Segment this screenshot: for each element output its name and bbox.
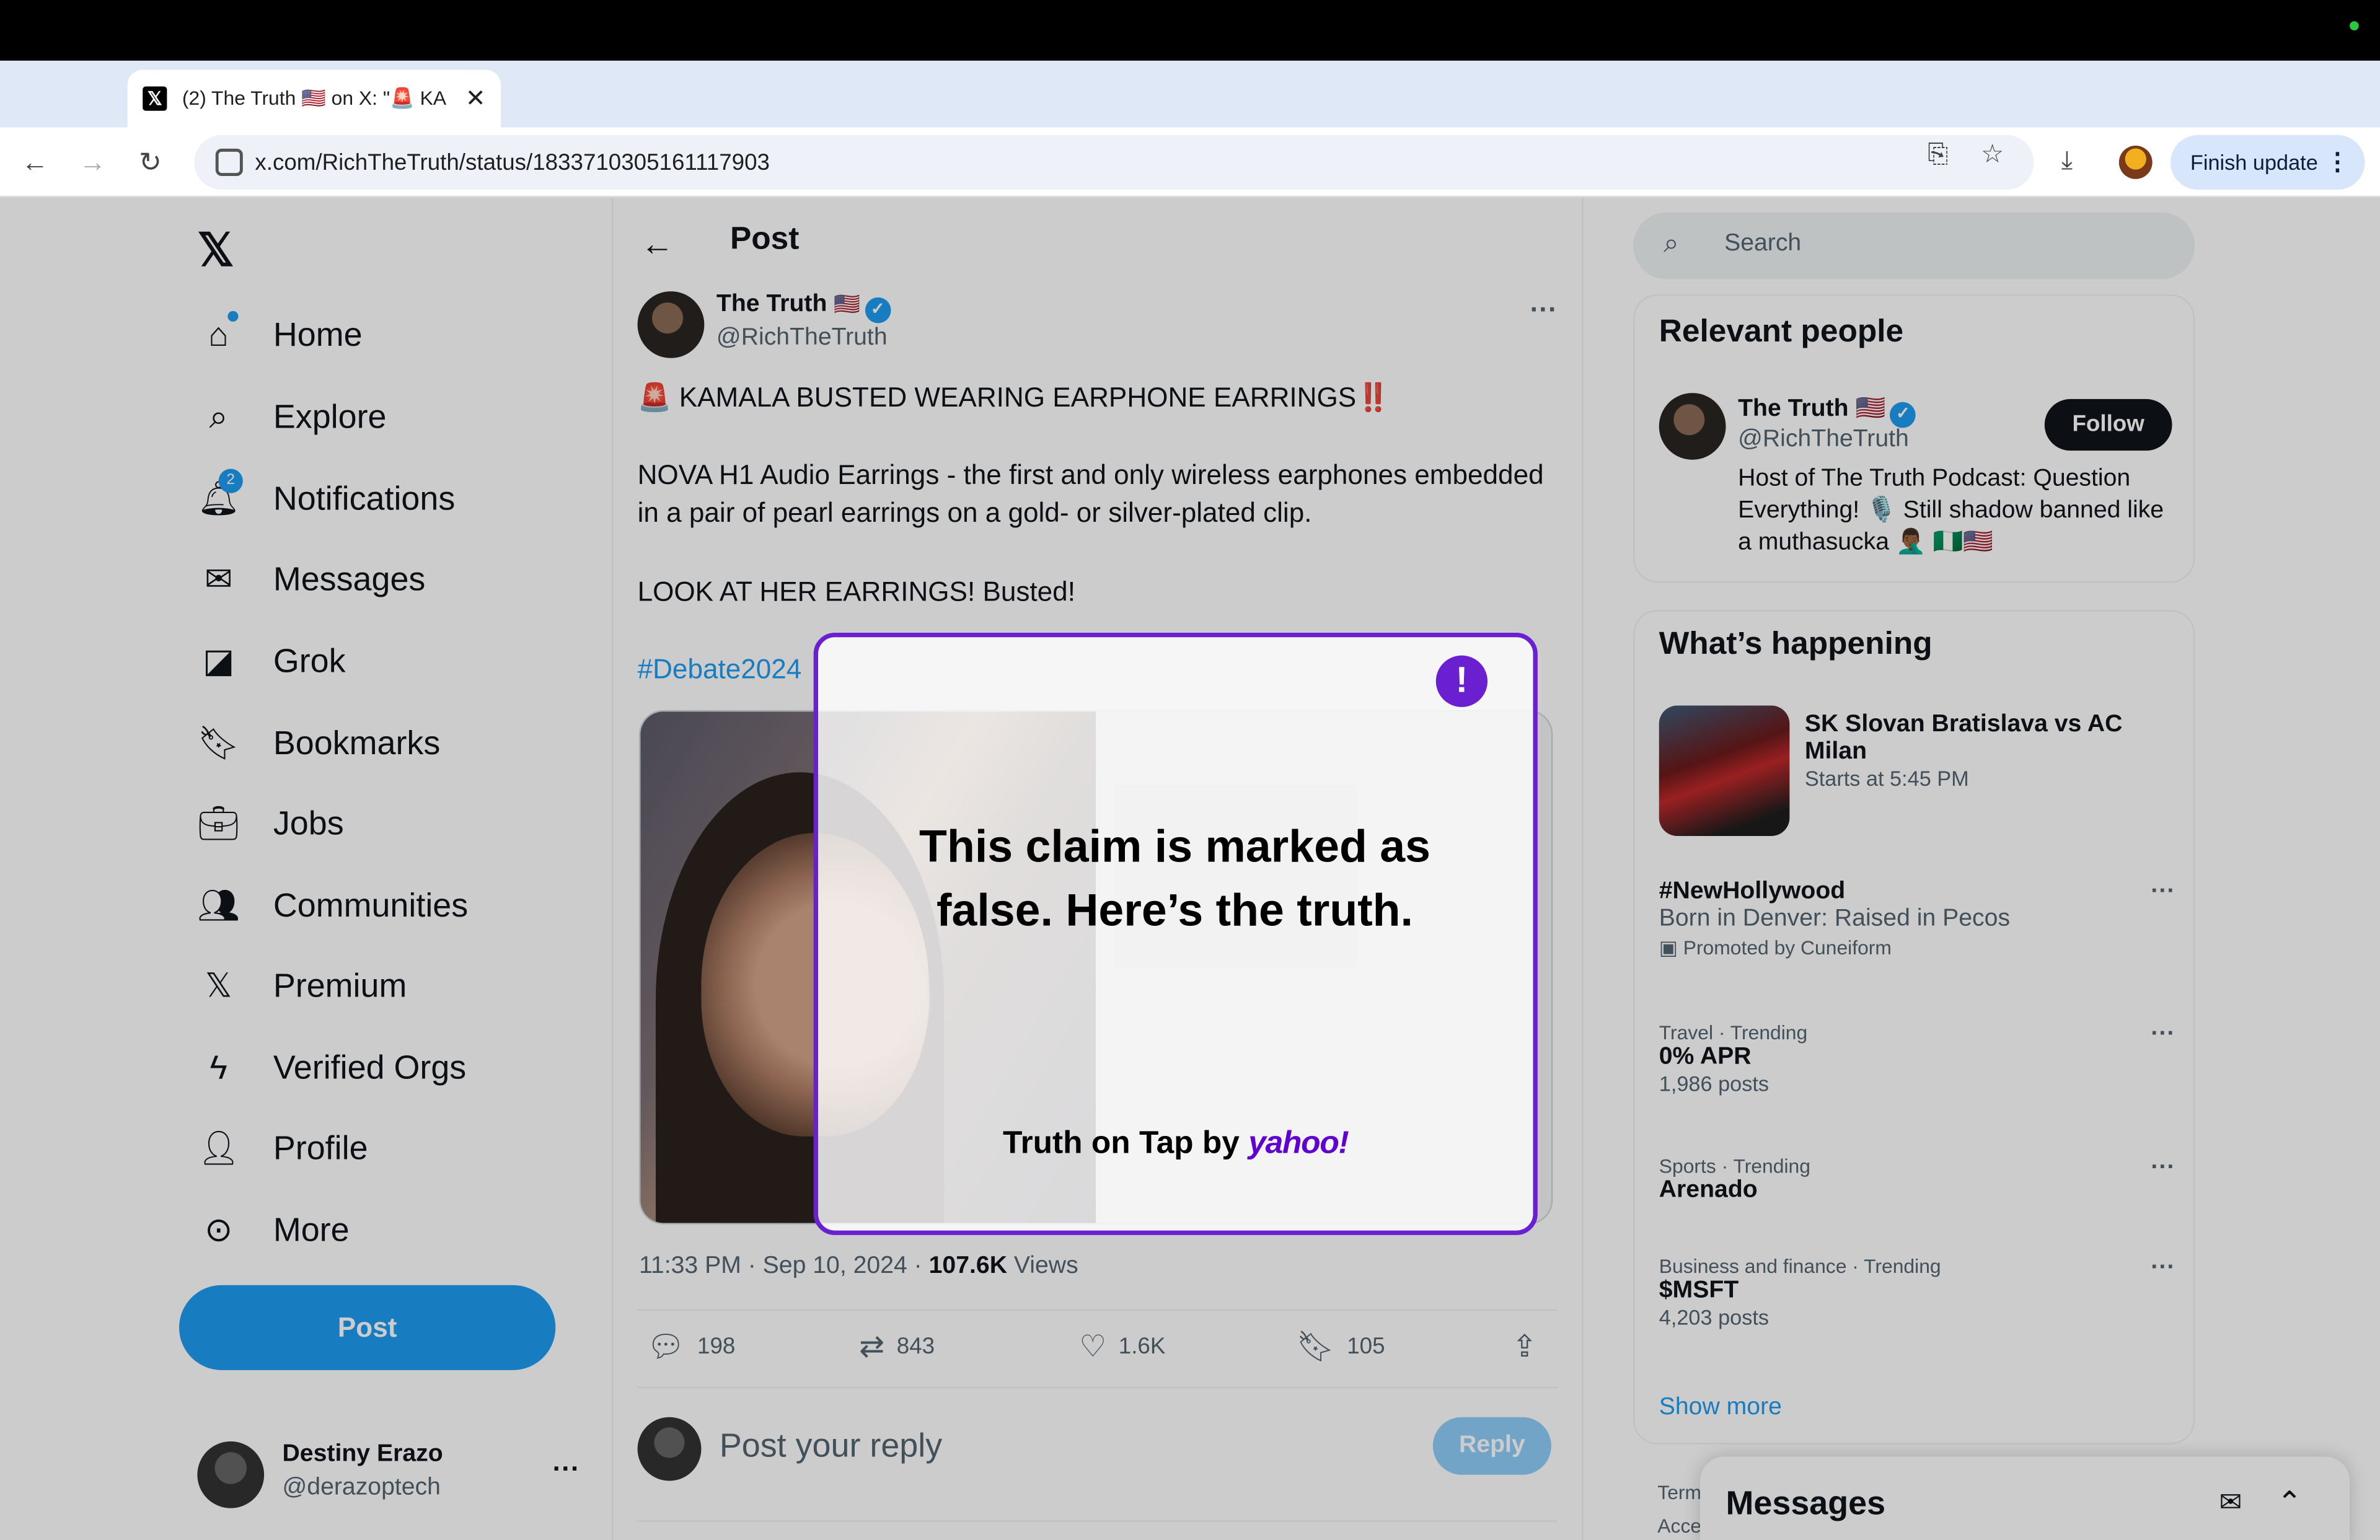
browser-tab[interactable]: 𝕏 (2) The Truth 🇺🇸 on X: "🚨 KA ✕ [127,69,501,128]
x-favicon-icon: 𝕏 [143,86,167,111]
finish-update-button[interactable]: Finish update ⋮ [2171,134,2365,190]
back-icon[interactable]: ← [15,143,55,182]
exclamation-icon: ! [1435,655,1488,707]
brand-line: Truth on Tap by yahoo! [818,1126,1533,1163]
download-icon[interactable]: ⤓ [2061,146,2073,176]
close-tab-icon[interactable]: ✕ [465,84,486,114]
profile-avatar-icon[interactable] [2118,146,2153,179]
camera-indicator-icon [2350,21,2359,30]
fact-check-modal[interactable]: ! This claim is marked as false. Here’s … [813,632,1538,1235]
url-path: /RichTheTruth/status/1833710305161117903 [315,149,770,175]
address-bar[interactable]: x.com/RichTheTruth/status/18337103051611… [194,134,2034,190]
kebab-menu-icon[interactable]: ⋮ [2325,147,2350,177]
url-host: x.com [255,149,316,175]
yahoo-logo: yahoo! [1248,1125,1349,1161]
screen: 𝕏 (2) The Truth 🇺🇸 on X: "🚨 KA ✕ + ⌄ ← →… [0,0,2380,1540]
browser-toolbar: ← → ↻ x.com/RichTheTruth/status/18337103… [0,127,2380,198]
tab-strip: 𝕏 (2) The Truth 🇺🇸 on X: "🚨 KA ✕ + ⌄ [0,60,2380,177]
fact-check-headline: This claim is marked as false. Here’s th… [919,822,1430,936]
brand-prefix: Truth on Tap by [1003,1125,1249,1161]
install-app-icon[interactable]: ⎘ [1928,139,1948,170]
url-text: x.com/RichTheTruth/status/18337103051611… [255,149,770,175]
bookmark-star-icon[interactable]: ☆ [1981,139,2004,170]
os-menu-bar [0,0,2380,61]
site-info-icon[interactable] [215,148,243,177]
tab-title: (2) The Truth 🇺🇸 on X: "🚨 KA [182,86,447,110]
forward-icon[interactable]: → [73,143,113,182]
finish-update-label: Finish update [2190,150,2318,175]
reload-icon[interactable]: ↻ [131,143,170,182]
